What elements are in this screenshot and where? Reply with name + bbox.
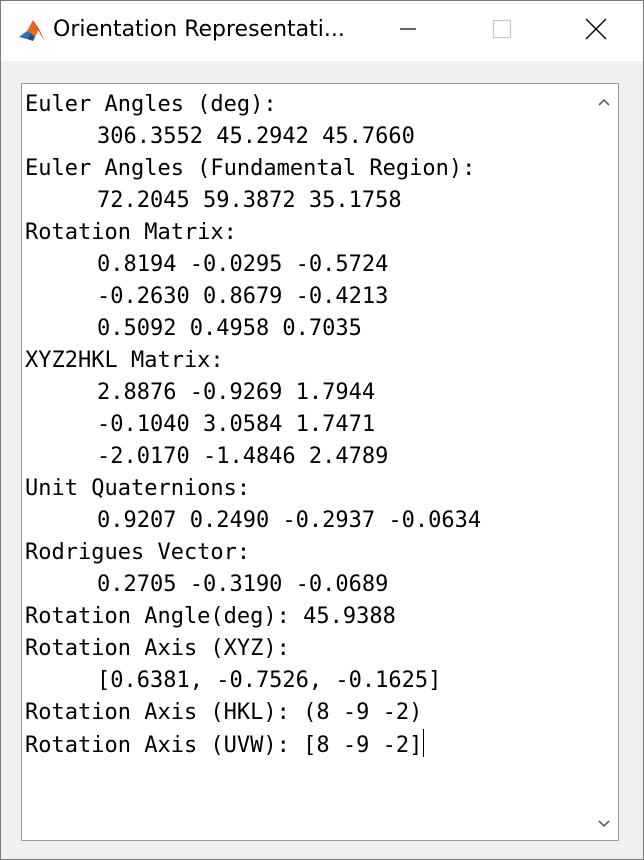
text-line: Rotation Axis (HKL): (8 -9 -2) [25,697,585,729]
text-line-value: [0.6381, -0.7526, -0.1625] [97,668,442,693]
text-line: Rotation Axis (UVW): [8 -9 -2] [25,729,585,761]
text-line-value: XYZ2HKL Matrix: [25,348,224,373]
text-line: -0.1040 3.0584 1.7471 [25,409,585,441]
text-line-value: Rodrigues Vector: [25,540,251,565]
title-bar[interactable]: Orientation Representati... [1,1,643,61]
text-content: Euler Angles (deg): 306.3552 45.2942 45.7… [25,89,585,761]
text-line-value: Rotation Angle(deg): 45.9388 [25,604,396,629]
text-line-value: 2.8876 -0.9269 1.7944 [97,380,376,405]
text-line: 306.3552 45.2942 45.7660 [25,121,585,153]
scroll-up-button[interactable] [590,86,618,116]
vertical-scrollbar[interactable] [590,84,618,840]
text-line: 0.2705 -0.3190 -0.0689 [25,569,585,601]
maximize-button[interactable] [479,1,525,61]
text-line: 0.5092 0.4958 0.7035 [25,313,585,345]
text-line: 72.2045 59.3872 35.1758 [25,185,585,217]
text-line: Rodrigues Vector: [25,537,585,569]
minimize-icon [398,19,418,43]
window-title: Orientation Representati... [53,17,345,42]
text-line-value: 0.8194 -0.0295 -0.5724 [97,252,389,277]
text-line-value: Rotation Axis (HKL): (8 -9 -2) [25,700,423,725]
text-line: Euler Angles (deg): [25,89,585,121]
text-line-value: Euler Angles (deg): [25,92,277,117]
orientation-window: Orientation Representati... Euler Angles… [0,0,644,860]
text-line-value: Rotation Axis (XYZ): [25,636,290,661]
close-icon [585,18,607,44]
text-line: 2.8876 -0.9269 1.7944 [25,377,585,409]
minimize-button[interactable] [385,1,431,61]
matlab-logo-icon [17,17,47,45]
text-line: Euler Angles (Fundamental Region): [25,153,585,185]
text-line: Unit Quaternions: [25,473,585,505]
text-line-value: 0.2705 -0.3190 -0.0689 [97,572,389,597]
text-line-value: 306.3552 45.2942 45.7660 [97,124,415,149]
maximize-icon [492,19,512,43]
scroll-down-button[interactable] [590,808,618,838]
text-line-value: 0.5092 0.4958 0.7035 [97,316,362,341]
chevron-up-icon [597,92,611,111]
text-line-value: -0.1040 3.0584 1.7471 [97,412,376,437]
close-button[interactable] [573,1,619,61]
text-line-value: Rotation Axis (UVW): [8 -9 -2] [25,733,423,758]
text-line-value: Euler Angles (Fundamental Region): [25,156,476,181]
text-line-value: -0.2630 0.8679 -0.4213 [97,284,389,309]
text-line: [0.6381, -0.7526, -0.1625] [25,665,585,697]
text-line-value: 72.2045 59.3872 35.1758 [97,188,402,213]
orientation-text-box[interactable]: Euler Angles (deg): 306.3552 45.2942 45.7… [21,83,619,841]
text-caret [423,729,425,757]
text-line: Rotation Matrix: [25,217,585,249]
text-line: 0.8194 -0.0295 -0.5724 [25,249,585,281]
text-line: Rotation Angle(deg): 45.9388 [25,601,585,633]
text-line: XYZ2HKL Matrix: [25,345,585,377]
text-line-value: Rotation Matrix: [25,220,237,245]
text-line-value: 0.9207 0.2490 -0.2937 -0.0634 [97,508,482,533]
chevron-down-icon [597,814,611,833]
text-line-value: Unit Quaternions: [25,476,251,501]
text-line: -0.2630 0.8679 -0.4213 [25,281,585,313]
text-line: Rotation Axis (XYZ): [25,633,585,665]
text-line: 0.9207 0.2490 -0.2937 -0.0634 [25,505,585,537]
text-line: -2.0170 -1.4846 2.4789 [25,441,585,473]
text-line-value: -2.0170 -1.4846 2.4789 [97,444,389,469]
